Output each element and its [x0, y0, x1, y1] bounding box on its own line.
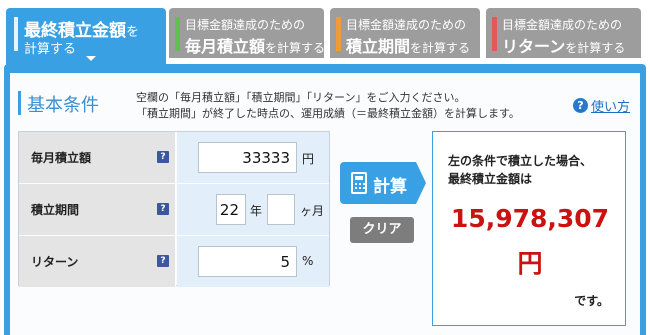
chevron-down-icon	[86, 56, 96, 61]
monthly-amount-label: 毎月積立額	[31, 151, 92, 165]
input-table: 毎月積立額 ? 円 積立期間 ? 年 ヶ月 リターン ?	[18, 131, 330, 287]
tab-accent-bar	[14, 17, 18, 51]
help-question-icon[interactable]: ?	[157, 203, 169, 215]
result-tail: です。	[574, 294, 609, 308]
section-title: 基本条件	[27, 95, 99, 116]
clear-button[interactable]: クリア	[350, 217, 414, 243]
return-input[interactable]	[198, 246, 297, 277]
return-value-cell: %	[177, 236, 329, 287]
tab-label-top: 目標金額達成のための	[346, 18, 467, 32]
result-caption-line-2: 最終積立金額は	[448, 172, 533, 186]
tab-label-bottom: 毎月積立額を計算する	[185, 37, 326, 56]
calculate-button-arrow	[416, 162, 426, 204]
tab-label-top: 目標金額達成のための	[502, 18, 623, 32]
calculate-button[interactable]: 計算	[340, 162, 426, 204]
period-value-cell: 年 ヶ月	[177, 184, 329, 235]
tab-label-bottom: 積立期間を計算する	[346, 37, 471, 56]
period-label: 積立期間	[31, 203, 80, 217]
return-label: リターン	[31, 255, 79, 269]
tab-accent-bar	[175, 17, 180, 51]
result-caption-line-1: 左の条件で積立した場合、	[448, 154, 593, 168]
period-months-input[interactable]	[267, 194, 295, 225]
return-row: リターン ? %	[19, 236, 329, 287]
result-currency: 円	[517, 249, 543, 278]
calculator-icon	[351, 172, 367, 194]
tab-return[interactable]: 目標金額達成のための リターンを計算する	[486, 8, 641, 58]
result-box: 左の条件で積立した場合、 最終積立金額は 15,978,307 円 です。	[432, 131, 626, 326]
description-line-2: 「積立期間」が終了した時点の、運用成績（＝最終積立金額）を計算します。	[136, 107, 520, 120]
monthly-amount-row: 毎月積立額 ? 円	[19, 132, 329, 183]
monthly-amount-label-cell: 毎月積立額 ?	[19, 132, 176, 183]
help-icon: ?	[573, 98, 588, 113]
tab-final-amount[interactable]: 最終積立金額を 計算する	[6, 8, 166, 66]
period-months-unit: ヶ月	[300, 204, 325, 218]
monthly-amount-unit: 円	[302, 152, 315, 166]
section-accent-bar	[18, 91, 21, 115]
period-years-unit: 年	[250, 204, 263, 218]
section-description: 空欄の「毎月積立額」「積立期間」「リターン」をご入力ください。 「積立期間」が終…	[136, 90, 520, 122]
result-caption: 左の条件で積立した場合、 最終積立金額は	[448, 152, 592, 188]
calculator-root: 最終積立金額を 計算する 目標金額達成のための 毎月積立額を計算する 目標金額達…	[0, 0, 650, 335]
tab-monthly-amount[interactable]: 目標金額達成のための 毎月積立額を計算する	[169, 8, 326, 58]
return-unit: %	[302, 254, 314, 268]
tab-accent-bar	[336, 17, 341, 51]
help-question-icon[interactable]: ?	[157, 255, 169, 267]
monthly-amount-value-cell: 円	[177, 132, 329, 183]
period-label-cell: 積立期間 ?	[19, 184, 176, 235]
description-line-1: 空欄の「毎月積立額」「積立期間」「リターン」をご入力ください。	[136, 91, 466, 104]
tab-final-amount-subtitle: 計算する	[24, 42, 77, 57]
period-row: 積立期間 ? 年 ヶ月	[19, 184, 329, 235]
tab-label-bottom: リターンを計算する	[502, 37, 626, 56]
return-label-cell: リターン ?	[19, 236, 176, 287]
monthly-amount-input[interactable]	[198, 142, 297, 173]
calculate-button-label: 計算	[373, 177, 407, 197]
help-link-label: 使い方	[591, 100, 631, 115]
help-link[interactable]: ? 使い方	[573, 96, 630, 115]
help-question-icon[interactable]: ?	[157, 151, 169, 163]
tab-period[interactable]: 目標金額達成のための 積立期間を計算する	[330, 8, 480, 58]
period-years-input[interactable]	[216, 194, 246, 225]
tab-accent-bar	[492, 17, 497, 51]
result-amount: 15,978,307	[450, 204, 610, 233]
tab-label-top: 目標金額達成のための	[185, 18, 306, 32]
